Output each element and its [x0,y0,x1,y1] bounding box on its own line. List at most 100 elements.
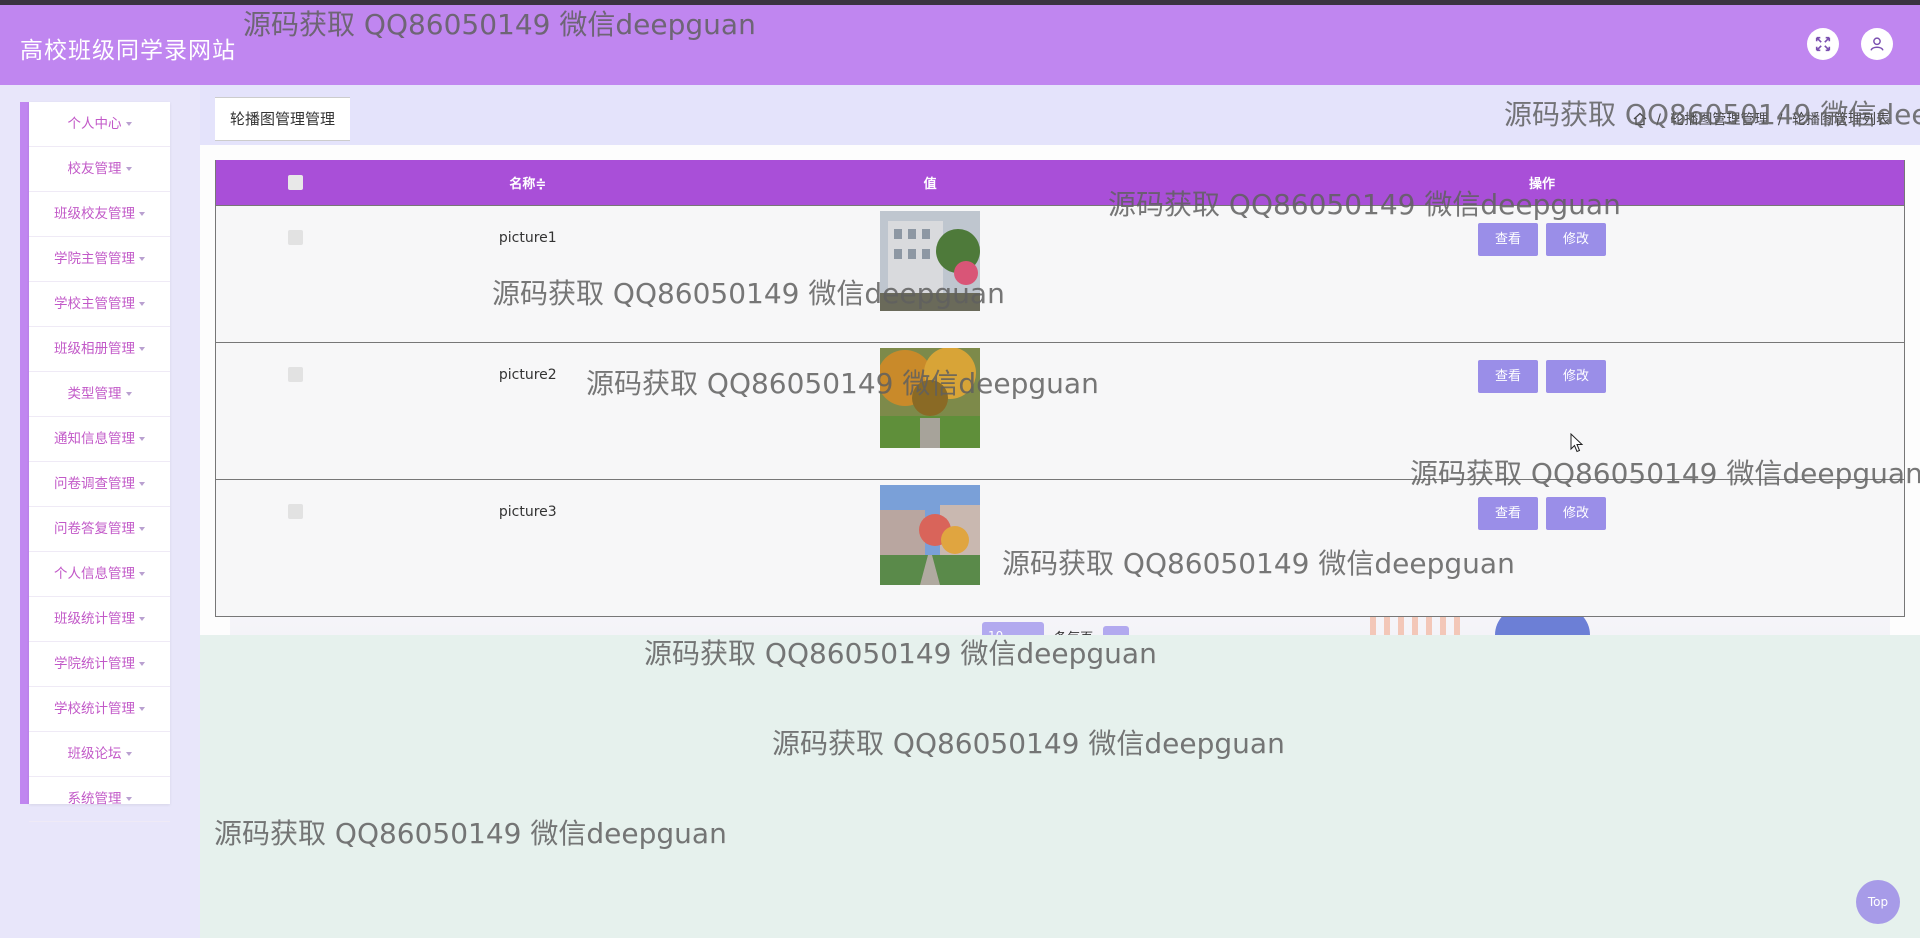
sidebar-item-survey[interactable]: 问卷调查管理 [29,462,170,507]
view-button[interactable]: 查看 [1477,223,1538,256]
caret-down-icon [139,572,145,576]
sidebar-item-label: 校友管理 [67,161,122,177]
sidebar-item-label: 问卷答复管理 [54,521,135,537]
sidebar-item-personal-info[interactable]: 个人信息管理 [29,552,170,597]
back-to-top-button[interactable]: Top [1856,880,1900,924]
sidebar-item-label: 个人中心 [67,116,122,132]
fullscreen-icon[interactable] [1807,28,1839,60]
sidebar-item-label: 通知信息管理 [54,431,135,447]
content-panel: 名称≑ 值 操作 picture1 查看 修改 picture2 查看 修改 p… [200,145,1920,650]
image-cell [680,479,1180,617]
sidebar-item-label: 学院统计管理 [54,656,135,672]
select-all-header [215,160,376,206]
caret-down-icon [125,392,132,396]
caret-down-icon [139,212,145,216]
sidebar-item-class-stats[interactable]: 班级统计管理 [29,597,170,642]
sidebar-accent-bar [20,102,29,804]
sidebar-item-label: 班级相册管理 [54,341,135,357]
main-area: 轮播图管理管理 / 轮播图管理管理 / 轮播图管理列表 名称≑ 值 操作 pic… [200,85,1920,938]
sidebar-item-survey-reply[interactable]: 问卷答复管理 [29,507,170,552]
sidebar-item-class-alumni[interactable]: 班级校友管理 [29,192,170,237]
breadcrumb-separator: / [1777,112,1783,128]
row-select-cell [215,342,376,480]
caret-down-icon [125,167,132,171]
sidebar-item-label: 个人信息管理 [54,566,135,582]
tab-bar: 轮播图管理管理 / 轮播图管理管理 / 轮播图管理列表 [200,85,1920,145]
name-cell: picture3 [375,479,681,617]
caret-down-icon [139,662,145,666]
table-row: picture1 查看 修改 [215,205,1905,343]
sidebar-item-label: 学校主管管理 [54,296,135,312]
row-select-cell [215,479,376,617]
sidebar-item-label: 班级论坛 [67,746,122,762]
table-row: picture3 查看 修改 [215,479,1905,617]
sidebar-item-personal-center[interactable]: 个人中心 [29,102,170,147]
view-button[interactable]: 查看 [1477,360,1538,393]
name-cell: picture1 [375,205,681,343]
edit-button[interactable]: 修改 [1545,497,1606,530]
name-cell: picture2 [375,342,681,480]
sidebar-item-college-stats[interactable]: 学院统计管理 [29,642,170,687]
sidebar-item-school-stats[interactable]: 学校统计管理 [29,687,170,732]
breadcrumb-level1[interactable]: 轮播图管理管理 [1670,112,1768,128]
tab-carousel-management[interactable]: 轮播图管理管理 [215,97,351,141]
sidebar-item-type[interactable]: 类型管理 [29,372,170,417]
table-row: picture2 查看 修改 [215,342,1905,480]
sidebar-item-label: 班级校友管理 [54,206,135,222]
sidebar-item-alumni[interactable]: 校友管理 [29,147,170,192]
sort-icon[interactable]: ≑ [535,177,546,192]
row-checkbox[interactable] [288,367,304,382]
sidebar-item-forum[interactable]: 班级论坛 [29,732,170,777]
column-header-name[interactable]: 名称≑ [375,160,681,206]
breadcrumb: / 轮播图管理管理 / 轮播图管理列表 [1633,109,1890,129]
caret-down-icon [125,797,132,801]
sidebar-item-label: 类型管理 [67,386,122,402]
row-checkbox[interactable] [288,230,304,245]
caret-down-icon [139,482,145,486]
caret-down-icon [139,527,145,531]
breadcrumb-separator: / [1656,112,1661,128]
sidebar-item-system[interactable]: 系统管理 [29,777,170,822]
mouse-cursor-icon [1570,433,1584,453]
row-select-cell [215,205,376,343]
sidebar-item-class-album[interactable]: 班级相册管理 [29,327,170,372]
campus-building-photo [880,211,981,311]
caret-down-icon [125,122,132,126]
campus-garden-photo [880,485,981,585]
select-all-checkbox[interactable] [288,175,304,190]
view-button[interactable]: 查看 [1477,497,1538,530]
actions-cell: 查看 修改 [1179,479,1905,617]
table-header-row: 名称≑ 值 操作 [215,160,1905,206]
sidebar-item-school-admin[interactable]: 学校主管管理 [29,282,170,327]
caret-down-icon [139,617,145,621]
top-header: 高校班级同学录网站 [0,5,1920,85]
column-header-actions: 操作 [1179,160,1905,206]
edit-button[interactable]: 修改 [1545,223,1606,256]
sidebar-item-label: 问卷调查管理 [54,476,135,492]
user-icon[interactable] [1861,28,1893,60]
caret-down-icon [139,707,145,711]
actions-cell: 查看 修改 [1179,342,1905,480]
caret-down-icon [139,302,145,306]
caret-down-icon [125,752,132,756]
sidebar-item-label: 班级统计管理 [54,611,135,627]
caret-down-icon [139,347,145,351]
caret-down-icon [139,437,145,441]
sidebar-item-college-admin[interactable]: 学院主管管理 [29,237,170,282]
column-header-value: 值 [680,160,1180,206]
image-cell [680,342,1180,480]
autumn-trees-photo [880,348,981,448]
home-icon[interactable] [1633,112,1647,126]
breadcrumb-level2: 轮播图管理列表 [1792,112,1890,128]
sidebar-item-label: 学校统计管理 [54,701,135,717]
sidebar-menu: 个人中心 校友管理 班级校友管理 学院主管管理 学校主管管理 班级相册管理 类型… [29,102,170,822]
site-title: 高校班级同学录网站 [20,38,236,64]
row-checkbox[interactable] [288,504,304,519]
column-name-label: 名称 [509,177,536,192]
image-cell [680,205,1180,343]
carousel-table: 名称≑ 值 操作 picture1 查看 修改 picture2 查看 修改 p… [215,160,1905,617]
footer-area [200,635,1920,938]
edit-button[interactable]: 修改 [1545,360,1606,393]
caret-down-icon [139,257,145,261]
sidebar-item-notice[interactable]: 通知信息管理 [29,417,170,462]
